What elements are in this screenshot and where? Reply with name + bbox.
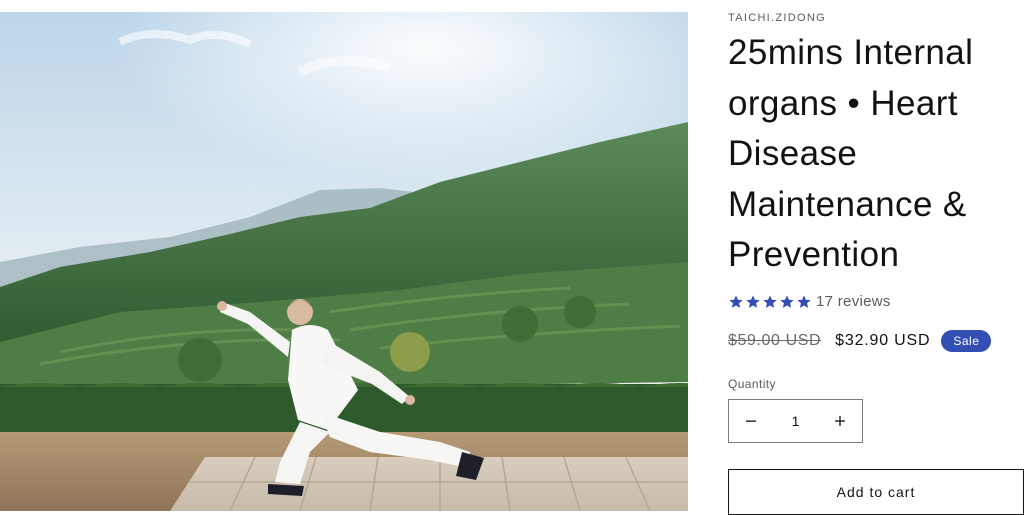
minus-icon xyxy=(746,420,756,422)
regular-price: $59.00 USD xyxy=(728,332,822,349)
star-icon xyxy=(797,294,811,308)
star-rating xyxy=(728,294,812,310)
rating[interactable]: 17 reviews xyxy=(728,293,891,310)
sale-badge: Sale xyxy=(941,330,992,352)
product-title: 25mins Internal organs • Heart Disease M… xyxy=(728,33,974,274)
tai-chi-photo xyxy=(0,12,688,511)
price: $59.00 USD $32.90 USD Sale xyxy=(728,330,992,352)
quantity-input[interactable]: 1 xyxy=(773,413,818,429)
increase-quantity-button[interactable] xyxy=(818,399,862,443)
quantity-stepper: 1 xyxy=(728,399,863,443)
reviews-count[interactable]: 17 reviews xyxy=(816,293,891,310)
star-icon xyxy=(763,294,777,308)
quantity-label: Quantity xyxy=(728,377,776,391)
star-icon xyxy=(780,294,794,308)
star-icon xyxy=(729,294,743,308)
product-image[interactable] xyxy=(0,12,688,511)
star-icon xyxy=(746,294,760,308)
decrease-quantity-button[interactable] xyxy=(729,399,773,443)
plus-icon xyxy=(835,416,845,426)
add-to-cart-button[interactable]: Add to cart xyxy=(728,469,1024,515)
vendor-name: TAICHI.ZIDONG xyxy=(728,12,826,24)
sale-price: $32.90 USD xyxy=(835,332,931,349)
